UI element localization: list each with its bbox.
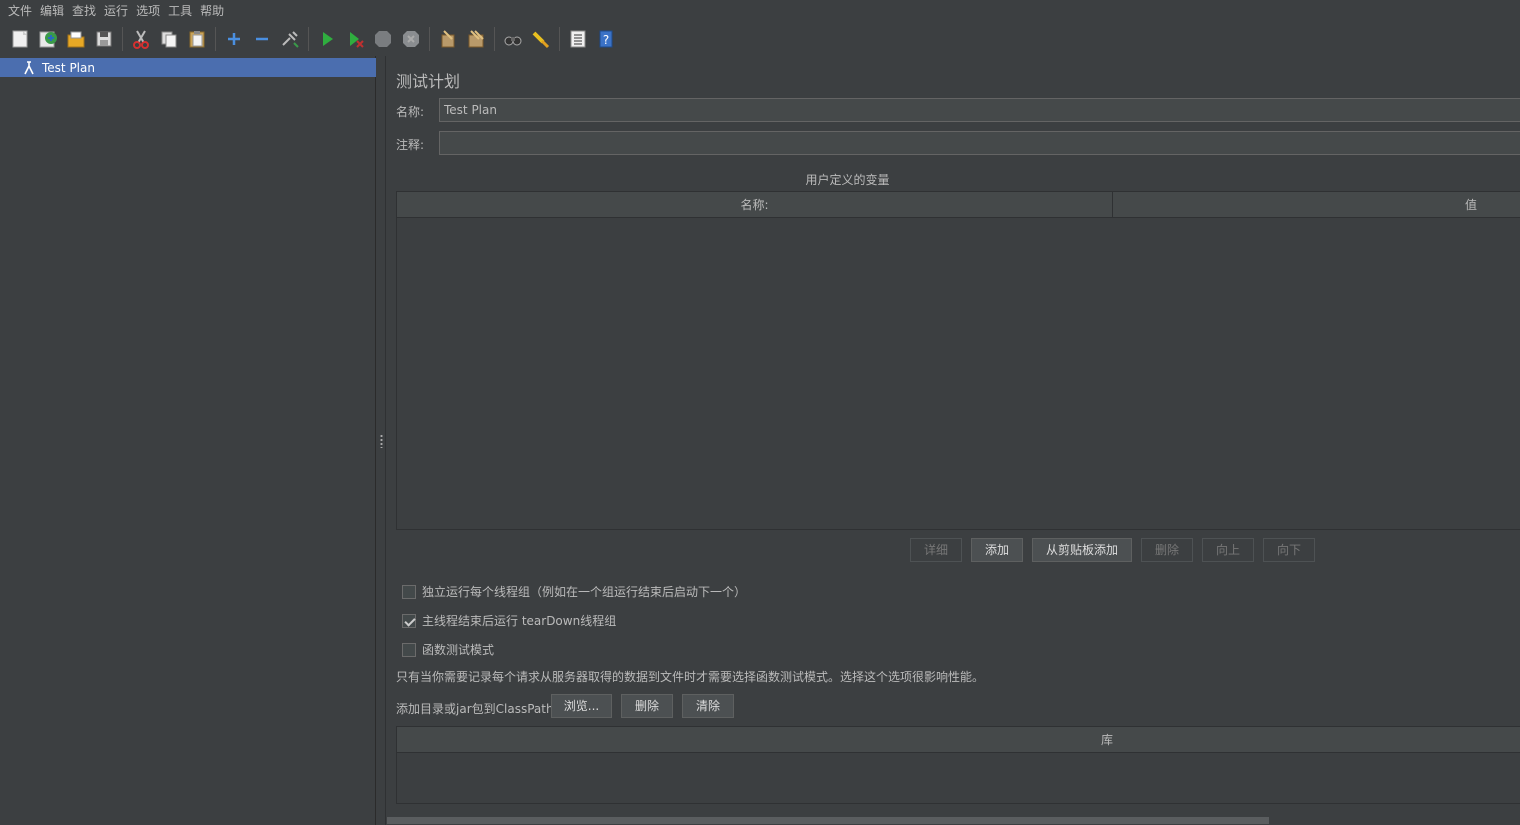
column-header-library-text: 库 bbox=[1100, 733, 1113, 747]
column-header-library[interactable]: 库 bbox=[397, 727, 1520, 753]
name-field[interactable]: Test Plan bbox=[439, 98, 1520, 122]
new-icon[interactable] bbox=[9, 28, 31, 50]
library-table[interactable]: 库 bbox=[396, 726, 1520, 804]
shutdown-icon[interactable] bbox=[400, 28, 422, 50]
classpath-label: 添加目录或jar包到ClassPath bbox=[396, 702, 554, 716]
page-title: 测试计划 bbox=[396, 72, 461, 91]
toolbar-separator bbox=[494, 27, 495, 51]
start-icon[interactable] bbox=[316, 28, 338, 50]
user-variables-table[interactable]: 名称: 值 bbox=[396, 191, 1520, 530]
classpath-clear-button[interactable]: 清除 bbox=[682, 694, 734, 718]
open-icon[interactable] bbox=[65, 28, 87, 50]
menu-file[interactable]: 文件 bbox=[4, 0, 36, 22]
toolbar-separator bbox=[122, 27, 123, 51]
name-label: 名称: bbox=[396, 105, 425, 119]
up-button[interactable]: 向上 bbox=[1202, 538, 1254, 562]
column-header-name[interactable]: 名称: bbox=[397, 192, 1113, 218]
clear-icon[interactable] bbox=[437, 28, 459, 50]
option-run-teardown[interactable]: 主线程结束后运行 tearDown线程组 bbox=[402, 612, 616, 629]
toggle-icon[interactable] bbox=[279, 28, 301, 50]
test-plan-panel: 测试计划 名称: Test Plan 注释: 用户定义的变量 名称: 值 详细 … bbox=[387, 56, 1520, 825]
expand-icon[interactable] bbox=[223, 28, 245, 50]
table-header: 名称: 值 bbox=[397, 192, 1520, 218]
classpath-delete-button[interactable]: 删除 bbox=[621, 694, 673, 718]
checkbox[interactable] bbox=[402, 642, 416, 657]
down-button[interactable]: 向下 bbox=[1263, 538, 1315, 562]
comment-label: 注释: bbox=[396, 138, 425, 152]
help-icon[interactable]: ? bbox=[595, 28, 617, 50]
paste-icon[interactable] bbox=[186, 28, 208, 50]
scrollbar-thumb[interactable] bbox=[387, 817, 1269, 824]
tree-item-test-plan[interactable]: Test Plan bbox=[0, 58, 376, 77]
menu-run[interactable]: 运行 bbox=[100, 0, 132, 22]
functional-mode-note: 只有当你需要记录每个请求从服务器取得的数据到文件时才需要选择函数测试模式。选择这… bbox=[396, 670, 985, 684]
delete-button[interactable]: 删除 bbox=[1141, 538, 1193, 562]
menu-bar: 文件 编辑 查找 运行 选项 工具 帮助 bbox=[0, 0, 1520, 22]
stop-icon[interactable] bbox=[372, 28, 394, 50]
copy-icon[interactable] bbox=[158, 28, 180, 50]
option-functional-test-mode[interactable]: 函数测试模式 bbox=[402, 641, 494, 658]
option-label: 独立运行每个线程组（例如在一个组运行结束后启动下一个） bbox=[422, 585, 747, 599]
search-icon[interactable] bbox=[502, 28, 524, 50]
menu-help[interactable]: 帮助 bbox=[196, 0, 228, 22]
start-no-pause-icon[interactable] bbox=[344, 28, 366, 50]
templates-icon[interactable] bbox=[37, 28, 59, 50]
option-label: 函数测试模式 bbox=[422, 643, 495, 657]
split-pane-divider[interactable] bbox=[377, 56, 386, 825]
toolbar-separator bbox=[559, 27, 560, 51]
reset-search-icon[interactable] bbox=[530, 28, 552, 50]
toolbar-separator bbox=[429, 27, 430, 51]
tree-item-label: Test Plan bbox=[42, 60, 95, 75]
toolbar-separator bbox=[215, 27, 216, 51]
menu-search[interactable]: 查找 bbox=[68, 0, 100, 22]
svg-text:?: ? bbox=[603, 33, 609, 47]
option-label: 主线程结束后运行 tearDown线程组 bbox=[422, 614, 617, 628]
column-header-value[interactable]: 值 bbox=[1113, 192, 1520, 218]
menu-tools[interactable]: 工具 bbox=[164, 0, 196, 22]
collapse-icon[interactable] bbox=[251, 28, 273, 50]
detail-button[interactable]: 详细 bbox=[910, 538, 962, 562]
add-from-clipboard-button[interactable]: 从剪贴板添加 bbox=[1032, 538, 1132, 562]
horizontal-scrollbar[interactable] bbox=[387, 816, 1520, 825]
grip-icon bbox=[380, 434, 383, 448]
cut-icon[interactable] bbox=[130, 28, 152, 50]
test-plan-tree: Test Plan bbox=[0, 56, 376, 825]
clear-all-icon[interactable] bbox=[465, 28, 487, 50]
checkbox[interactable] bbox=[402, 613, 416, 628]
add-button[interactable]: 添加 bbox=[971, 538, 1023, 562]
menu-options[interactable]: 选项 bbox=[132, 0, 164, 22]
user-variables-title-text: 用户定义的变量 bbox=[805, 173, 890, 187]
test-plan-icon bbox=[24, 60, 34, 74]
browse-button[interactable]: 浏览... bbox=[551, 694, 612, 718]
table-header: 库 bbox=[397, 727, 1520, 753]
save-icon[interactable] bbox=[93, 28, 115, 50]
toolbar: ? bbox=[0, 22, 1520, 56]
checkbox[interactable] bbox=[402, 584, 416, 599]
user-variables-title: 用户定义的变量 bbox=[396, 171, 1520, 188]
menu-edit[interactable]: 编辑 bbox=[36, 0, 68, 22]
function-helper-icon[interactable] bbox=[567, 28, 589, 50]
toolbar-separator bbox=[308, 27, 309, 51]
option-run-groups-consecutively[interactable]: 独立运行每个线程组（例如在一个组运行结束后启动下一个） bbox=[402, 583, 746, 600]
comment-field[interactable] bbox=[439, 131, 1520, 155]
